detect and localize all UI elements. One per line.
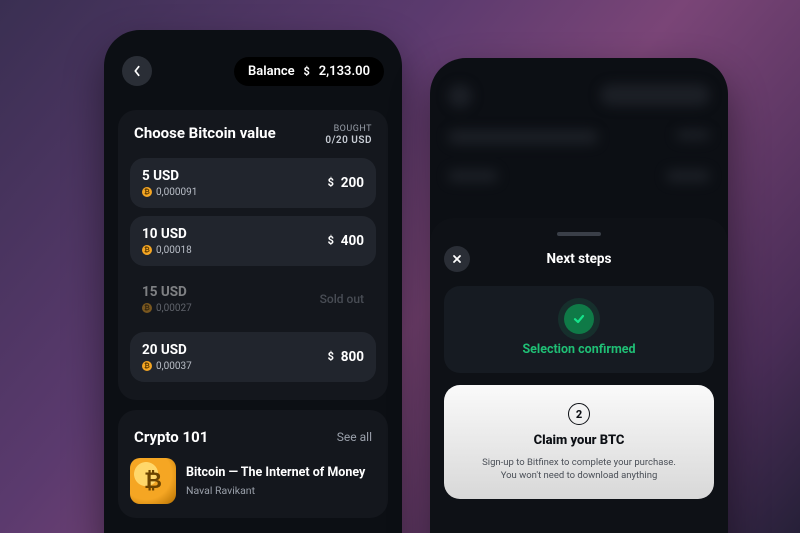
crypto-101-section: Crypto 101 See all Bitcoin — The Interne… — [118, 410, 388, 518]
close-button[interactable] — [444, 246, 470, 272]
sheet-drag-handle[interactable] — [557, 232, 601, 236]
chevron-left-icon — [132, 65, 142, 77]
balance-value: 2,133.00 — [319, 64, 370, 79]
choose-bitcoin-section: Choose Bitcoin value BOUGHT 0/20 USD 5 U… — [118, 110, 388, 400]
value-option-15usd: 15 USD 0,00027 Sold out — [130, 274, 376, 324]
section-title: Crypto 101 — [134, 428, 208, 446]
value-option-10usd[interactable]: 10 USD 0,00018 $400 — [130, 216, 376, 266]
option-usd: 10 USD — [142, 226, 192, 242]
sold-out-label: Sold out — [320, 292, 364, 306]
article-thumbnail — [130, 458, 176, 504]
bottom-sheet: Next steps Selection confirmed 2 Claim y… — [430, 218, 728, 533]
bought-indicator: BOUGHT 0/20 USD — [325, 124, 372, 148]
phone-next-steps: Next steps Selection confirmed 2 Claim y… — [430, 58, 728, 533]
bitcoin-icon — [142, 187, 152, 197]
bitcoin-icon — [142, 361, 152, 371]
see-all-link[interactable]: See all — [337, 430, 372, 444]
close-icon — [452, 254, 462, 264]
option-usd: 15 USD — [142, 284, 192, 300]
option-btc: 0,000091 — [156, 187, 197, 198]
option-btc: 0,00018 — [156, 245, 192, 256]
bought-label: BOUGHT — [325, 124, 372, 135]
top-bar: Balance $ 2,133.00 — [104, 30, 402, 100]
back-button[interactable] — [122, 56, 152, 86]
option-btc: 0,00037 — [156, 361, 192, 372]
option-price: 800 — [341, 349, 364, 365]
option-usd: 20 USD — [142, 342, 192, 358]
option-price: 400 — [341, 233, 364, 249]
option-price: 200 — [341, 175, 364, 191]
value-option-20usd[interactable]: 20 USD 0,00037 $800 — [130, 332, 376, 382]
option-btc: 0,00027 — [156, 303, 192, 314]
balance-label: Balance — [248, 64, 295, 79]
step-number-badge: 2 — [568, 403, 590, 425]
bought-value: 0/20 USD — [325, 135, 372, 148]
article-title: Bitcoin — The Internet of Money — [186, 465, 365, 481]
bitcoin-icon — [142, 303, 152, 313]
step-selection-confirmed: Selection confirmed — [444, 286, 714, 373]
step-description: Sign-up to Bitfinex to complete your pur… — [482, 456, 676, 483]
value-option-5usd[interactable]: 5 USD 0,000091 $200 — [130, 158, 376, 208]
phone-buy-bitcoin: Balance $ 2,133.00 Choose Bitcoin value … — [104, 30, 402, 533]
currency-icon: $ — [324, 234, 338, 248]
confirmed-label: Selection confirmed — [522, 342, 635, 357]
bitcoin-icon — [142, 245, 152, 255]
currency-icon: $ — [324, 350, 338, 364]
checkmark-icon — [564, 304, 594, 334]
article-author: Naval Ravikant — [186, 484, 365, 497]
currency-icon: $ — [324, 176, 338, 190]
section-title: Choose Bitcoin value — [134, 124, 276, 142]
balance-pill[interactable]: Balance $ 2,133.00 — [234, 57, 384, 86]
step-title: Claim your BTC — [534, 433, 625, 448]
sheet-title: Next steps — [547, 251, 612, 267]
article-item[interactable]: Bitcoin — The Internet of Money Naval Ra… — [130, 458, 376, 504]
option-usd: 5 USD — [142, 168, 197, 184]
currency-icon: $ — [300, 64, 314, 78]
step-claim-btc[interactable]: 2 Claim your BTC Sign-up to Bitfinex to … — [444, 385, 714, 499]
